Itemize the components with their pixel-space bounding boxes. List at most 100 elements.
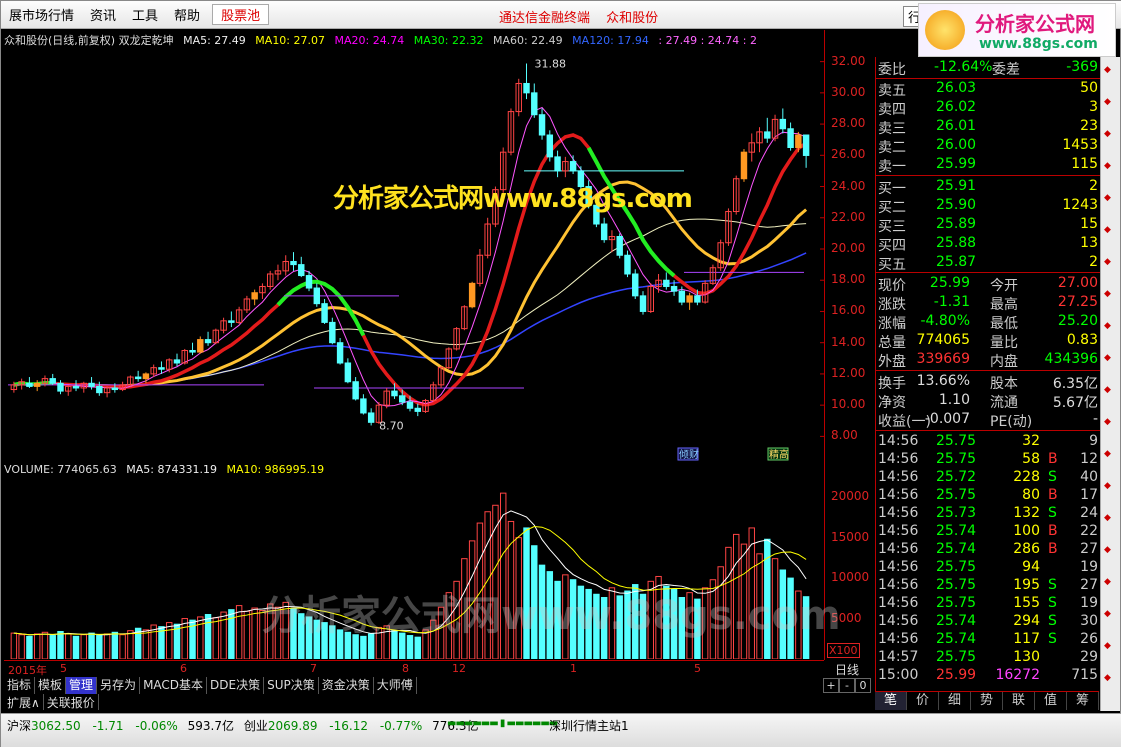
candle: [406, 401, 414, 409]
tick-row: 14:56 25.75 80 B 17: [876, 487, 1100, 505]
zoom-reset-button[interactable]: 0: [855, 678, 871, 693]
tick-price: 25.75: [936, 559, 977, 575]
stat-label: 涨幅: [878, 316, 906, 332]
toolbar-icon[interactable]: ◆: [1104, 481, 1116, 491]
volume-bar: [96, 635, 103, 659]
tab-price[interactable]: 价: [907, 692, 939, 710]
toolbar-icon[interactable]: ◆: [1104, 193, 1116, 203]
toolbar-icon[interactable]: ◆: [1104, 225, 1116, 235]
toolbar-icon[interactable]: ◆: [1104, 353, 1116, 363]
toolbar-icon[interactable]: ◆: [1104, 385, 1116, 395]
signal-line-segment: [586, 146, 676, 278]
tab-save-as[interactable]: 另存为: [97, 677, 141, 694]
toolbar-icon[interactable]: ◆: [1104, 161, 1116, 171]
tick-row: 14:56 25.74 286 B 27: [876, 541, 1100, 559]
candle: [468, 282, 476, 308]
toolbar-icon[interactable]: ◆: [1104, 609, 1116, 619]
tab-value[interactable]: 值: [1035, 692, 1067, 710]
tick-volume: 58: [1022, 451, 1040, 467]
volume-bar: [41, 631, 49, 659]
tick-price: 25.75: [936, 487, 977, 503]
tab-chips[interactable]: 筹: [1067, 692, 1099, 710]
menu-tools[interactable]: 工具: [124, 5, 166, 24]
tab-detail[interactable]: 细: [939, 692, 971, 710]
volume-chart[interactable]: [4, 477, 824, 659]
bid-row: 买二 25.90 1243: [876, 197, 1100, 216]
volume-bar: [802, 596, 810, 659]
toolbar-icon[interactable]: ◆: [1104, 673, 1116, 683]
tab-dde[interactable]: DDE决策: [207, 677, 265, 694]
site-logo: 分析家公式网 www.88gs.com: [918, 3, 1116, 57]
toolbar-icon[interactable]: ◆: [1104, 577, 1116, 587]
tick-count: 17: [1080, 487, 1098, 503]
ma10-label: MA10: 27.07: [255, 34, 326, 47]
candle: [57, 382, 64, 392]
volume-bar: [305, 616, 313, 659]
weibi-label: 委比: [878, 62, 906, 78]
bid-row: 买五 25.87 2: [876, 254, 1100, 273]
tab-related-quote[interactable]: 关联报价: [44, 694, 99, 710]
ask-row: 卖三 26.01 23: [876, 118, 1100, 137]
toolbar-icon[interactable]: ◆: [1104, 257, 1116, 267]
bid-price: 25.87: [936, 254, 977, 270]
finance-label: 换手: [878, 376, 906, 392]
price-chart[interactable]: 31.88 8.70 倾财 精高: [4, 30, 824, 462]
zoom-in-button[interactable]: +: [823, 678, 839, 693]
toolbar-icon[interactable]: ◆: [1104, 97, 1116, 107]
divider: [876, 430, 1100, 431]
ask-volume: 23: [1080, 118, 1098, 134]
server-station[interactable]: 深圳行情主站1: [549, 717, 629, 734]
tick-row: 14:57 25.75 130 29: [876, 649, 1100, 667]
tab-trades[interactable]: 笔: [875, 692, 907, 710]
stat-value: 27.00: [1057, 275, 1098, 291]
volume-bar: [779, 569, 787, 659]
stat-label: 最高: [990, 297, 1018, 313]
menu-market[interactable]: 展市场行情: [1, 5, 82, 24]
toolbar-icon[interactable]: ◆: [1104, 449, 1116, 459]
tick-side: S: [1048, 631, 1057, 647]
tab-template[interactable]: 模板: [35, 677, 67, 694]
tick-side: S: [1048, 505, 1057, 521]
tab-indicator[interactable]: 指标: [4, 677, 36, 694]
cy-value: 2069.89: [267, 719, 318, 733]
tab-trend[interactable]: 势: [971, 692, 1003, 710]
volume-bar: [663, 585, 670, 659]
candle: [204, 339, 212, 344]
zoom-out-button[interactable]: -: [839, 678, 855, 693]
tick-volume: 117: [1013, 631, 1040, 647]
tick-volume: 94: [1022, 559, 1040, 575]
candle: [158, 367, 165, 370]
extra-tabs: 扩展∧ 关联报价: [4, 694, 99, 710]
tick-volume: 294: [1013, 613, 1040, 629]
toolbar-icon[interactable]: ◆: [1104, 641, 1116, 651]
period-label[interactable]: 日线: [835, 661, 859, 678]
tick-row: 14:56 25.74 100 B 22: [876, 523, 1100, 541]
stockpool-button[interactable]: 股票池: [212, 4, 270, 25]
tab-expand[interactable]: 扩展∧: [4, 694, 44, 710]
volume-bar: [600, 597, 608, 659]
tab-sup[interactable]: SUP决策: [264, 677, 319, 694]
toolbar-icon[interactable]: ◆: [1104, 321, 1116, 331]
toolbar-icon[interactable]: ◆: [1104, 129, 1116, 139]
toolbar-icon[interactable]: ◆: [1104, 417, 1116, 427]
ma30-label: MA30: 22.32: [413, 34, 484, 47]
menu-help[interactable]: 帮助: [166, 5, 208, 24]
tick-time: 14:56: [878, 631, 919, 647]
tick-time: 14:56: [878, 577, 919, 593]
menu-news[interactable]: 资讯: [82, 5, 124, 24]
tag-high: 精高: [769, 448, 789, 461]
tab-master[interactable]: 大师傅: [374, 677, 417, 694]
toolbar-icon[interactable]: ◆: [1104, 289, 1116, 299]
tab-manage[interactable]: 管理: [66, 677, 98, 694]
tab-macd[interactable]: MACD基本: [140, 677, 208, 694]
toolbar-icon[interactable]: ◆: [1104, 513, 1116, 523]
cy-percent: -0.77%: [379, 719, 423, 733]
candle: [173, 359, 181, 364]
volume-bar: [329, 625, 336, 659]
tab-capital[interactable]: 资金决策: [319, 677, 374, 694]
ask-price: 25.99: [936, 156, 977, 172]
tab-link[interactable]: 联: [1003, 692, 1035, 710]
toolbar-icon[interactable]: ◆: [1104, 65, 1116, 75]
tick-row: 14:56 25.73 132 S 24: [876, 505, 1100, 523]
toolbar-icon[interactable]: ◆: [1104, 545, 1116, 555]
